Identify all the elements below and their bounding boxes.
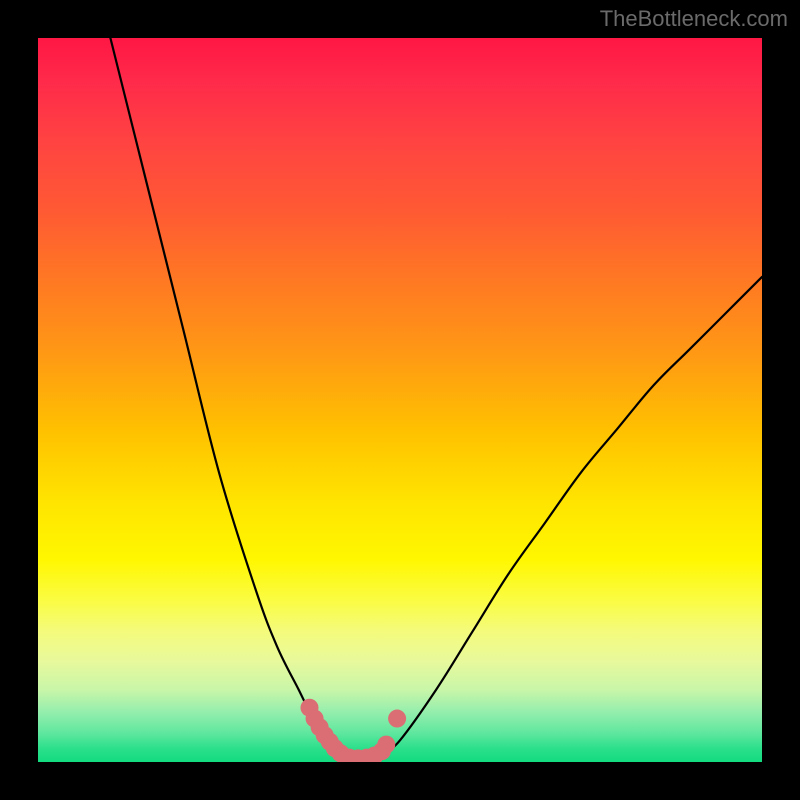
marker-dot xyxy=(388,710,406,728)
watermark-text: TheBottleneck.com xyxy=(600,6,788,32)
curve-layer xyxy=(38,38,762,762)
plot-area xyxy=(38,38,762,762)
valley-markers xyxy=(301,699,407,762)
bottleneck-curve xyxy=(110,38,762,759)
marker-dot xyxy=(377,736,395,754)
chart-frame: TheBottleneck.com xyxy=(0,0,800,800)
